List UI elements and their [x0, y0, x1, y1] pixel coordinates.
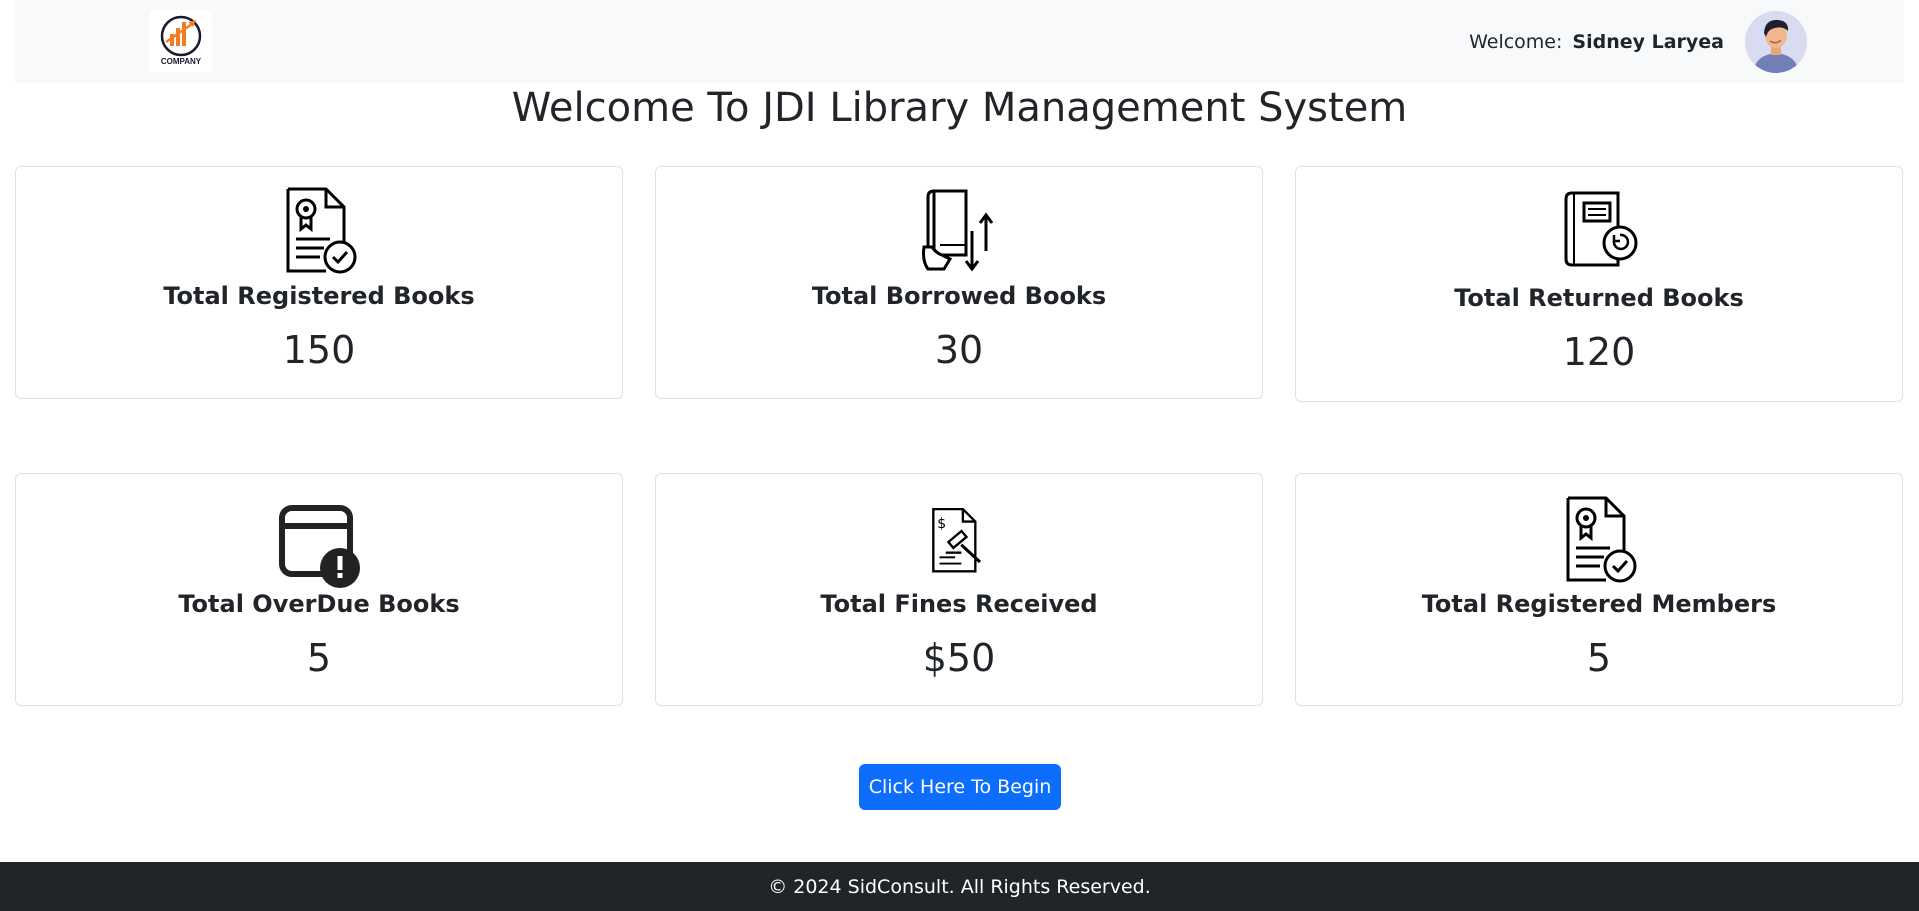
stat-label: Total Returned Books — [1454, 284, 1744, 312]
stat-label: Total Fines Received — [820, 590, 1098, 618]
calendar-alert-icon — [274, 502, 364, 592]
logo-text: COMPANY — [160, 57, 201, 66]
company-logo[interactable]: COMPANY — [149, 10, 212, 72]
user-welcome: Welcome: Sidney Laryea — [1469, 10, 1807, 73]
stat-value: $50 — [922, 636, 996, 680]
stat-card-overdue-books: Total OverDue Books 5 — [15, 473, 623, 706]
stat-card-registered-members: Total Registered Members 5 — [1295, 473, 1903, 706]
begin-button[interactable]: Click Here To Begin — [859, 764, 1061, 810]
svg-text:$: $ — [937, 516, 946, 532]
stat-label: Total OverDue Books — [178, 590, 460, 618]
footer: © 2024 SidConsult. All Rights Reserved. — [0, 862, 1919, 911]
avatar[interactable] — [1745, 10, 1807, 73]
stat-value: 5 — [1586, 636, 1612, 680]
stat-card-fines-received: $ Total Fines Received $50 — [655, 473, 1263, 706]
stat-card-registered-books: Total Registered Books 150 — [15, 166, 623, 399]
stat-card-borrowed-books: Total Borrowed Books 30 — [655, 166, 1263, 399]
user-name: Sidney Laryea — [1572, 30, 1724, 53]
stat-value: 5 — [306, 636, 332, 680]
stat-label: Total Registered Members — [1421, 590, 1777, 618]
stat-label: Total Borrowed Books — [811, 282, 1107, 310]
book-return-icon — [1554, 185, 1644, 275]
stat-card-returned-books: Total Returned Books 120 — [1295, 166, 1903, 402]
stat-value: 120 — [1562, 330, 1636, 374]
stat-value: 30 — [934, 328, 984, 372]
certificate-document-icon — [1554, 494, 1644, 584]
stat-value: 150 — [282, 328, 356, 372]
gavel-document-icon: $ — [924, 506, 994, 576]
stat-label: Total Registered Books — [163, 282, 475, 310]
company-logo-icon: COMPANY — [160, 15, 201, 66]
top-navbar: COMPANY Welcome: Sidney Laryea — [15, 0, 1904, 83]
book-borrow-arrows-icon — [914, 185, 1004, 275]
page-title: Welcome To JDI Library Management System — [511, 85, 1408, 131]
footer-copyright: © 2024 SidConsult. All Rights Reserved. — [768, 875, 1151, 898]
certificate-document-icon — [274, 185, 364, 275]
user-avatar-icon — [1745, 10, 1807, 73]
welcome-label: Welcome: — [1469, 30, 1563, 53]
